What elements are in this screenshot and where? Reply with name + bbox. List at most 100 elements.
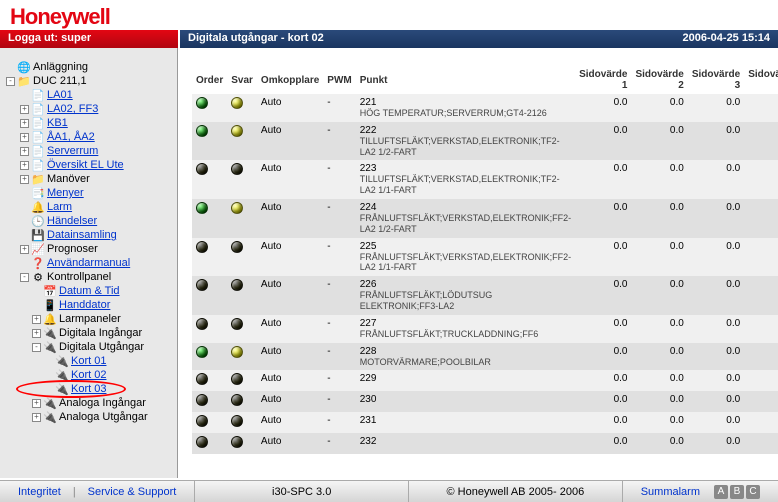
- expand-toggle[interactable]: -: [6, 77, 15, 86]
- tree-label[interactable]: Kort 02: [71, 369, 106, 381]
- tree-label[interactable]: Prognoser: [47, 243, 98, 255]
- expand-toggle[interactable]: +: [32, 329, 41, 338]
- sido2-cell: 0.0: [631, 238, 687, 277]
- tree-label[interactable]: Händelser: [47, 215, 97, 227]
- alarm-badge[interactable]: A: [714, 485, 728, 499]
- footer-integrity[interactable]: Integritet: [18, 486, 61, 498]
- tree-item[interactable]: +📄Översikt EL Ute: [4, 158, 177, 172]
- io-icon: 🔌: [43, 327, 57, 339]
- tree-label[interactable]: Analoga Ingångar: [59, 397, 146, 409]
- expand-toggle[interactable]: +: [20, 175, 29, 184]
- expand-toggle[interactable]: -: [20, 273, 29, 282]
- tree-label[interactable]: Översikt EL Ute: [47, 159, 124, 171]
- tree-item[interactable]: +📄ÅA1, ÅA2: [4, 130, 177, 144]
- tree-label[interactable]: LA02, FF3: [47, 103, 98, 115]
- order-led: [196, 279, 208, 291]
- tree-item[interactable]: -⚙Kontrollpanel: [4, 270, 177, 284]
- tree-item[interactable]: +📁Manöver: [4, 172, 177, 186]
- col-header: Sidovärde 2: [631, 66, 687, 94]
- tree-item[interactable]: ❓Användarmanual: [4, 256, 177, 270]
- tree-item[interactable]: 🔌Kort 02: [4, 368, 177, 382]
- tree-label[interactable]: Digitala Utgångar: [59, 341, 144, 353]
- alarm-badge[interactable]: B: [730, 485, 744, 499]
- tree-item[interactable]: +🔌Analoga Utgångar: [4, 410, 177, 424]
- tree-item[interactable]: 📅Datum & Tid: [4, 284, 177, 298]
- expand-toggle[interactable]: +: [20, 147, 29, 156]
- tree-item[interactable]: 📱Handdator: [4, 298, 177, 312]
- tree-item[interactable]: 💾Datainsamling: [4, 228, 177, 242]
- footer-support[interactable]: Service & Support: [88, 486, 177, 498]
- sido3-cell: 0.0: [688, 238, 744, 277]
- tree-item[interactable]: +📄KB1: [4, 116, 177, 130]
- expand-toggle[interactable]: -: [32, 343, 41, 352]
- tree-item[interactable]: -🔌Digitala Utgångar: [4, 340, 177, 354]
- expand-toggle[interactable]: +: [20, 119, 29, 128]
- tree-label[interactable]: Kort 03: [71, 383, 106, 395]
- table-row[interactable]: Auto - 230 0.0 0.0 0.0 0.0: [192, 391, 778, 412]
- tree-label[interactable]: Larmpaneler: [59, 313, 121, 325]
- footer-summalarm[interactable]: Summalarm: [641, 486, 700, 498]
- table-row[interactable]: Auto - 222TILLUFTSFLÄKT;VERKSTAD,ELEKTRO…: [192, 122, 778, 161]
- table-row[interactable]: Auto - 227FRÅNLUFTSFLÄKT;TRUCKLADDNING;F…: [192, 315, 778, 343]
- tree-label[interactable]: KB1: [47, 117, 68, 129]
- expand-toggle[interactable]: +: [32, 399, 41, 408]
- punkt-cell: 221HÖG TEMPERATUR;SERVERRUM;GT4-2126: [356, 94, 575, 122]
- tree-item[interactable]: +📈Prognoser: [4, 242, 177, 256]
- tree-label[interactable]: LA01: [47, 89, 73, 101]
- tree-label[interactable]: Larm: [47, 201, 72, 213]
- table-row[interactable]: Auto - 228MOTORVÄRMARE;POOLBILAR 0.0 0.0…: [192, 343, 778, 371]
- tree-label[interactable]: Digitala Ingångar: [59, 327, 142, 339]
- table-row[interactable]: Auto - 223TILLUFTSFLÄKT;VERKSTAD,ELEKTRO…: [192, 160, 778, 199]
- sido3-cell: 0.0: [688, 199, 744, 238]
- expand-toggle[interactable]: +: [20, 245, 29, 254]
- tree-item[interactable]: 🔔Larm: [4, 200, 177, 214]
- table-row[interactable]: Auto - 221HÖG TEMPERATUR;SERVERRUM;GT4-2…: [192, 94, 778, 122]
- tree-label[interactable]: Serverrum: [47, 145, 98, 157]
- tree-item[interactable]: +📄Serverrum: [4, 144, 177, 158]
- expand-toggle[interactable]: +: [20, 133, 29, 142]
- tree-item[interactable]: +🔌Analoga Ingångar: [4, 396, 177, 410]
- alarm-badge[interactable]: C: [746, 485, 760, 499]
- table-row[interactable]: Auto - 231 0.0 0.0 0.0 0.0: [192, 412, 778, 433]
- tree-item[interactable]: 🌐Anläggning: [4, 60, 177, 74]
- tree-label[interactable]: Manöver: [47, 173, 90, 185]
- tree-item[interactable]: +🔌Digitala Ingångar: [4, 326, 177, 340]
- pwm-cell: -: [323, 343, 355, 371]
- sido4-cell: 0.0: [744, 160, 778, 199]
- tree-label[interactable]: Datum & Tid: [59, 285, 120, 297]
- tree-label[interactable]: Datainsamling: [47, 229, 117, 241]
- expand-toggle[interactable]: +: [32, 315, 41, 324]
- tree-label[interactable]: ÅA1, ÅA2: [47, 131, 95, 143]
- tree-label[interactable]: Kontrollpanel: [47, 271, 111, 283]
- expand-toggle[interactable]: +: [20, 105, 29, 114]
- table-row[interactable]: Auto - 232 0.0 0.0 0.0 0.0: [192, 433, 778, 454]
- sido4-cell: 0.0: [744, 199, 778, 238]
- tree-label[interactable]: Anläggning: [33, 61, 88, 73]
- sidebar[interactable]: 🌐Anläggning-📁DUC 211,1📄LA01+📄LA02, FF3+📄…: [0, 48, 178, 478]
- tree-item[interactable]: 📄LA01: [4, 88, 177, 102]
- tree-label[interactable]: Kort 01: [71, 355, 106, 367]
- table-row[interactable]: Auto - 225FRÅNLUFTSFLÄKT;VERKSTAD,ELEKTR…: [192, 238, 778, 277]
- tree-item[interactable]: +📄LA02, FF3: [4, 102, 177, 116]
- tree-item[interactable]: +🔔Larmpaneler: [4, 312, 177, 326]
- tree-item[interactable]: 📑Menyer: [4, 186, 177, 200]
- sido3-cell: 0.0: [688, 433, 744, 454]
- logout-link[interactable]: Logga ut: super: [0, 30, 178, 48]
- tree-label[interactable]: Analoga Utgångar: [59, 411, 148, 423]
- sido4-cell: 0.0: [744, 315, 778, 343]
- page-icon: 📄: [31, 159, 45, 171]
- table-row[interactable]: Auto - 224FRÅNLUFTSFLÄKT;VERKSTAD,ELEKTR…: [192, 199, 778, 238]
- table-row[interactable]: Auto - 229 0.0 0.0 0.0 0.0: [192, 370, 778, 391]
- tree-item[interactable]: 🕒Händelser: [4, 214, 177, 228]
- tree-item[interactable]: 🔌Kort 03: [4, 382, 177, 396]
- tree-label[interactable]: Användarmanual: [47, 257, 130, 269]
- tree-item[interactable]: 🔌Kort 01: [4, 354, 177, 368]
- tree-item[interactable]: -📁DUC 211,1: [4, 74, 177, 88]
- tree-label[interactable]: DUC 211,1: [33, 75, 87, 87]
- svar-led: [231, 125, 243, 137]
- tree-label[interactable]: Handdator: [59, 299, 110, 311]
- table-row[interactable]: Auto - 226FRÅNLUFTSFLÄKT;LÖDUTSUG ELEKTR…: [192, 276, 778, 315]
- expand-toggle[interactable]: +: [32, 413, 41, 422]
- tree-label[interactable]: Menyer: [47, 187, 84, 199]
- expand-toggle[interactable]: +: [20, 161, 29, 170]
